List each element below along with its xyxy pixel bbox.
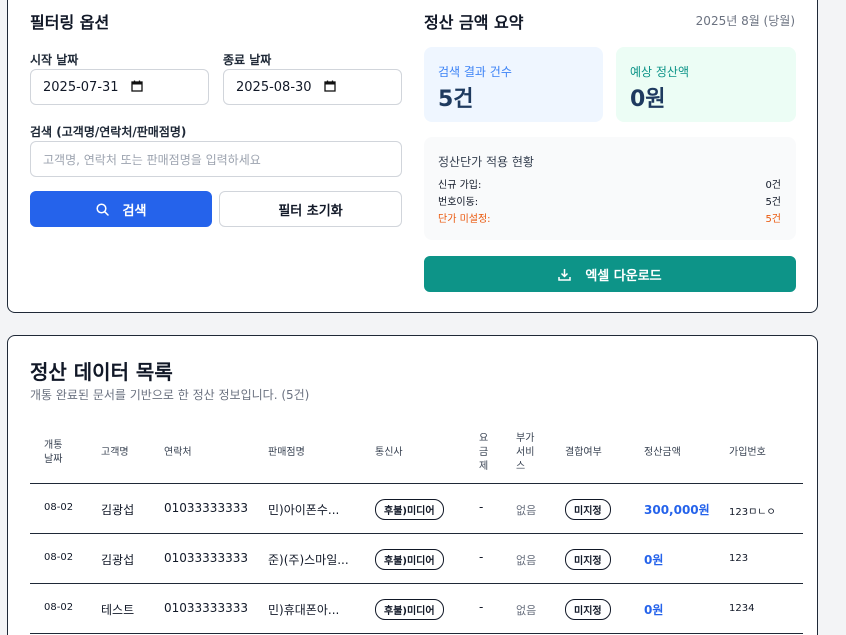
- filter-title: 필터링 옵션: [30, 13, 110, 32]
- excel-download-label: 엑셀 다운로드: [585, 268, 662, 284]
- amount-stat-label: 예상 정산액: [630, 65, 690, 79]
- summary-period: 2025년 8월 (당월): [695, 14, 795, 28]
- cell-extra: 없음: [516, 554, 537, 567]
- calendar-icon[interactable]: [130, 80, 143, 95]
- carrier-badge: 후불)미디어: [375, 599, 444, 620]
- col-header-extra: 부가 서비 스: [516, 433, 535, 472]
- summary-title: 정산 금액 요약: [424, 13, 524, 32]
- cell-plan: -: [479, 550, 484, 564]
- cell-amount: 0원: [644, 553, 664, 567]
- cell-phone: 01033333333: [164, 551, 248, 565]
- search-button[interactable]: 검색: [30, 191, 212, 227]
- start-date-value: 2025-07-31: [43, 79, 119, 95]
- search-input[interactable]: 고객명, 연락처 또는 판매점명을 입력하세요: [30, 141, 402, 177]
- reset-filter-button[interactable]: 필터 초기화: [219, 191, 402, 227]
- end-date-label: 종료 날짜: [223, 53, 272, 67]
- col-header-amount: 정산금액: [644, 447, 681, 458]
- rate-port-label: 번호이동:: [438, 197, 479, 208]
- cell-store: 민)아이폰수...: [268, 503, 340, 517]
- filter-summary-card: 필터링 옵션 시작 날짜 2025-07-31 종료 날짜 2025-08-30…: [7, 0, 818, 313]
- rate-row-port: 번호이동: 5건: [438, 193, 781, 208]
- start-date-input[interactable]: 2025-07-31: [30, 69, 209, 105]
- cell-store: 준)(주)스마일...: [268, 553, 349, 567]
- col-header-customer: 고객명: [101, 447, 129, 458]
- col-header-join-no: 가입번호: [729, 447, 766, 458]
- settlement-list-card: 정산 데이터 목록 개통 완료된 문서를 기반으로 한 정산 정보입니다. (5…: [7, 335, 818, 635]
- col-header-store: 판매점명: [268, 447, 305, 458]
- col-header-bundle: 결합여부: [565, 447, 602, 458]
- cell-plan: -: [479, 600, 484, 614]
- cell-customer: 김광섭: [101, 553, 135, 567]
- rate-status-box: 정산단가 적용 현황 신규 가입: 0건 번호이동: 5건 단가 미설정: 5건: [424, 137, 796, 240]
- cell-join-no: 1234: [729, 603, 755, 614]
- rate-unset-value: 5건: [765, 214, 781, 225]
- cell-phone: 01033333333: [164, 501, 248, 515]
- start-date-label: 시작 날짜: [30, 53, 79, 67]
- bundle-badge: 미지정: [565, 549, 611, 570]
- cell-amount: 0원: [644, 603, 664, 617]
- cell-extra: 없음: [516, 604, 537, 617]
- cell-date: 08-02: [44, 552, 74, 563]
- rate-row-new: 신규 가입: 0건: [438, 176, 781, 191]
- list-subtitle: 개통 완료된 문서를 기반으로 한 정산 정보입니다. (5건): [30, 388, 310, 402]
- amount-stat-value: 0원: [630, 87, 666, 112]
- carrier-badge: 후불)미디어: [375, 499, 444, 520]
- search-label: 검색 (고객명/연락처/판매점명): [30, 125, 187, 139]
- rate-unset-label: 단가 미설정:: [438, 214, 491, 225]
- col-header-phone: 연락처: [164, 447, 192, 458]
- rate-row-unset: 단가 미설정: 5건: [438, 210, 781, 225]
- search-icon: [95, 202, 109, 216]
- cell-date: 08-02: [44, 502, 74, 513]
- amount-stat-card: 예상 정산액 0원: [616, 47, 796, 122]
- carrier-badge: 후불)미디어: [375, 549, 444, 570]
- download-icon: [558, 268, 572, 281]
- list-title: 정산 데이터 목록: [30, 360, 173, 384]
- end-date-input[interactable]: 2025-08-30: [223, 69, 402, 105]
- col-header-plan: 요 금 제: [479, 433, 489, 472]
- cell-store: 민)휴대폰아...: [268, 603, 340, 617]
- col-header-date: 개통 날짜: [44, 440, 63, 465]
- cell-plan: -: [479, 500, 484, 514]
- rate-port-value: 5건: [765, 197, 781, 208]
- end-date-value: 2025-08-30: [236, 79, 312, 95]
- table-row[interactable]: 08-02 테스트 01033333333 민)휴대폰아... 후불)미디어 -…: [8, 584, 817, 633]
- cell-customer: 김광섭: [101, 503, 135, 517]
- cell-customer: 테스트: [101, 603, 135, 617]
- cell-join-no: 123: [729, 553, 749, 564]
- table-row[interactable]: 08-02 김광섭 01033333333 준)(주)스마일... 후불)미디어…: [8, 534, 817, 583]
- bundle-badge: 미지정: [565, 499, 611, 520]
- table-row[interactable]: 08-02 김광섭 01033333333 민)아이폰수... 후불)미디어 -…: [8, 484, 817, 533]
- cell-extra: 없음: [516, 504, 537, 517]
- count-stat-card: 검색 결과 건수 5건: [424, 47, 603, 122]
- row-divider: [30, 633, 803, 634]
- calendar-icon[interactable]: [323, 80, 336, 95]
- rate-new-value: 0건: [765, 180, 781, 191]
- bundle-badge: 미지정: [565, 599, 611, 620]
- cell-date: 08-02: [44, 602, 74, 613]
- rate-new-label: 신규 가입:: [438, 180, 482, 191]
- col-header-carrier: 통신사: [375, 447, 403, 458]
- count-stat-value: 5건: [438, 87, 474, 112]
- count-stat-label: 검색 결과 건수: [438, 65, 512, 79]
- excel-download-button[interactable]: 엑셀 다운로드: [424, 256, 796, 292]
- search-placeholder: 고객명, 연락처 또는 판매점명을 입력하세요: [43, 152, 261, 167]
- cell-phone: 01033333333: [164, 601, 248, 615]
- cell-join-no: 123ㅁㄴㅇ: [729, 507, 776, 518]
- rate-status-title: 정산단가 적용 현황: [438, 155, 534, 169]
- reset-filter-label: 필터 초기화: [278, 203, 343, 219]
- cell-amount: 300,000원: [644, 503, 710, 517]
- search-button-label: 검색: [122, 203, 147, 219]
